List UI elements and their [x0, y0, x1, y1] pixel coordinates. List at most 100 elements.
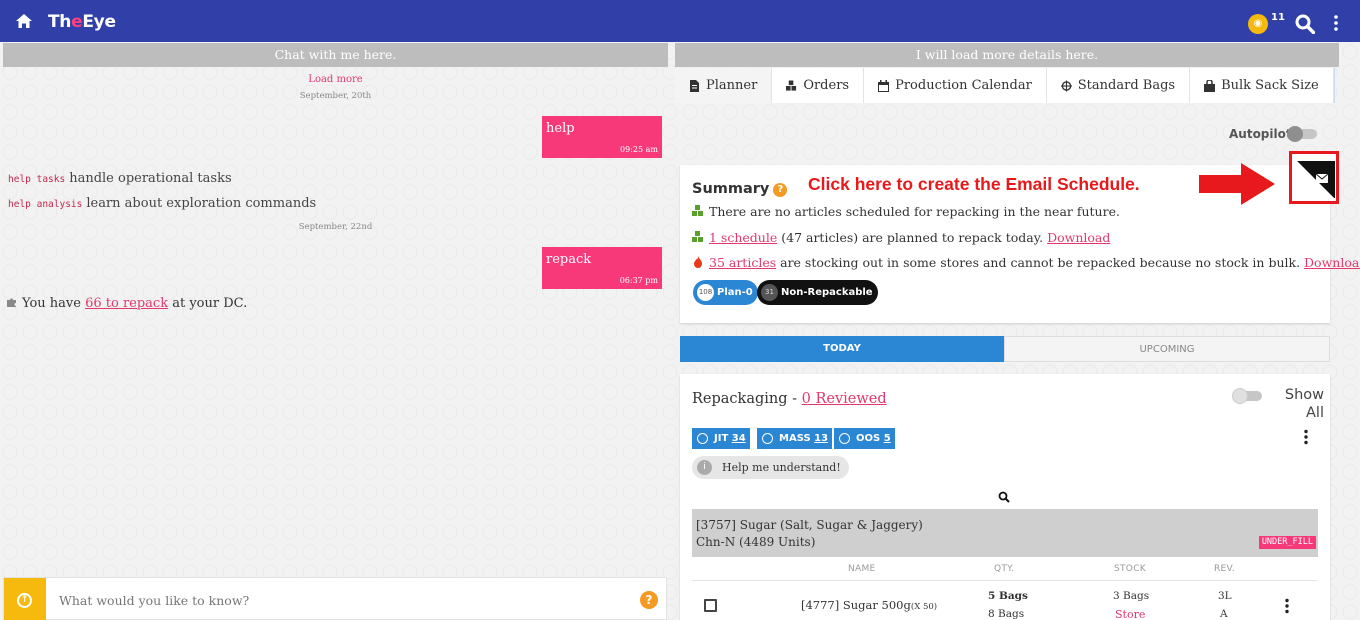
bot-message: You have 66 to repack at your DC. [6, 296, 247, 311]
tab-production-calendar[interactable]: Production Calendar [864, 68, 1047, 103]
repackaging-card: Repackaging - 0 Reviewed Show All JIT 34 … [680, 374, 1330, 620]
coin-count: 11 [1271, 12, 1285, 23]
article-group-row[interactable]: [3757] Sugar (Salt, Sugar & Jaggery) Chn… [692, 509, 1318, 557]
divider [692, 580, 1318, 581]
store-link[interactable]: Store [1115, 608, 1145, 620]
question-icon[interactable]: ? [640, 591, 658, 609]
tab-today[interactable]: TODAY [680, 336, 1004, 362]
help-me-understand-button[interactable]: i Help me understand! [692, 456, 849, 479]
tab-bulk-sack-size[interactable]: Bulk Sack Size [1190, 68, 1334, 103]
send-button[interactable]: ↑ [4, 578, 46, 620]
autopilot-label: Autopilot [1229, 127, 1292, 141]
chat-input-bar: ↑ ? [3, 577, 667, 620]
summary-title: Summary? [692, 181, 788, 197]
mail-icon [1316, 174, 1328, 183]
articles-link[interactable]: 35 articles [709, 255, 776, 270]
chat-date-separator: September, 22nd [298, 222, 373, 232]
group-title: [3757] Sugar (Salt, Sugar & Jaggery) [696, 518, 923, 532]
toggle-knob [1232, 388, 1248, 404]
repack-link[interactable]: 66 to repack [85, 296, 168, 311]
non-repackable-pill[interactable]: 31 Non-Repackable [757, 280, 878, 305]
column-header: QTY. [994, 564, 1015, 574]
rev-value: A [1220, 608, 1228, 620]
puzzle-icon [7, 298, 16, 307]
arrow-right-icon [1199, 163, 1275, 205]
summary-line: 1 schedule (47 articles) are planned to … [692, 230, 1110, 245]
download-link[interactable]: Download [1304, 255, 1360, 270]
top-bar: TheEye ◉ 11 [0, 0, 1360, 42]
user-message: help 09:25 am [542, 116, 662, 158]
download-link[interactable]: Download [1047, 230, 1110, 245]
toggle-knob [1287, 126, 1303, 142]
column-header: NAME [848, 564, 876, 574]
qty-value: 8 Bags [988, 608, 1025, 620]
boxes-icon [692, 205, 703, 216]
crosshair-icon [1060, 80, 1072, 91]
help-description: learn about exploration commands [86, 196, 317, 211]
plan-pill[interactable]: 108 Plan-0 [693, 280, 758, 305]
row-checkbox[interactable] [704, 599, 717, 612]
reviewed-link[interactable]: 0 Reviewed [802, 391, 887, 407]
message-time: 06:37 pm [619, 276, 658, 285]
help-line: help analysis learn about exploration com… [8, 196, 316, 211]
qty-value: 5 Bags [988, 590, 1028, 602]
oos-badge[interactable]: OOS 5 [834, 428, 895, 449]
bot-text: You have [22, 296, 81, 311]
tab-standard-bags[interactable]: Standard Bags [1047, 68, 1191, 103]
repackaging-title: Repackaging - 0 Reviewed [692, 391, 887, 407]
email-schedule-button[interactable] [1289, 151, 1339, 204]
tab-upcoming[interactable]: UPCOMING [1004, 336, 1330, 362]
question-icon[interactable]: ? [773, 183, 788, 197]
column-header: REV. [1214, 564, 1235, 574]
bot-text: at your DC. [172, 296, 248, 311]
bag-icon [1204, 79, 1216, 92]
tab-orders[interactable]: Orders [772, 68, 865, 103]
help-command[interactable]: help tasks [8, 174, 65, 185]
message-time: 09:25 am [620, 145, 658, 154]
details-panel-title: I will load more details here. [675, 43, 1339, 67]
mass-badge[interactable]: MASS 13 [757, 428, 833, 449]
details-tabs: Planner Orders Production Calendar Stand… [675, 68, 1335, 103]
email-schedule-callout: Click here to create the Email Schedule. [808, 174, 1140, 194]
row-menu-icon[interactable] [1283, 598, 1291, 614]
coin-icon[interactable]: ◉ [1248, 14, 1268, 34]
search-icon[interactable] [1295, 14, 1315, 34]
search-icon[interactable] [998, 491, 1010, 503]
tab-planner[interactable]: Planner [675, 68, 773, 103]
autopilot-toggle[interactable] [1287, 126, 1317, 142]
check-circle-icon [839, 433, 850, 444]
schedule-link[interactable]: 1 schedule [709, 230, 777, 245]
column-header: STOCK [1114, 564, 1146, 574]
status-badge: UNDER_FILL [1258, 536, 1316, 549]
calendar-icon [878, 79, 890, 92]
article-name: [4777] Sugar 500g(X 50) [801, 598, 938, 612]
jit-badge[interactable]: JIT 34 [692, 428, 750, 449]
day-tabs: TODAY UPCOMING [680, 336, 1330, 362]
more-menu-icon[interactable] [1331, 14, 1341, 32]
summary-line: 35 articles are stocking out in some sto… [692, 255, 1360, 270]
show-all-label: Show All [1284, 387, 1324, 421]
document-icon [690, 79, 699, 92]
show-all-toggle[interactable] [1232, 388, 1262, 404]
summary-line: There are no articles scheduled for repa… [692, 204, 1120, 219]
email-schedule-corner [1297, 161, 1335, 198]
home-icon[interactable] [15, 13, 33, 29]
chat-panel-title: Chat with me here. [3, 43, 668, 67]
chat-input[interactable] [59, 593, 619, 608]
message-text: help [546, 121, 575, 136]
check-circle-icon [697, 433, 708, 444]
boxes-icon [692, 231, 703, 242]
info-icon: i [697, 460, 712, 475]
rev-value: 3L [1218, 590, 1232, 602]
check-circle-icon [762, 433, 773, 444]
load-more-link[interactable]: Load more [3, 74, 668, 85]
help-description: handle operational tasks [69, 171, 232, 186]
app-logo[interactable]: TheEye [48, 12, 116, 32]
help-command[interactable]: help analysis [8, 199, 82, 210]
boxes-icon [786, 80, 797, 91]
more-menu-icon[interactable] [1302, 429, 1310, 445]
message-text: repack [546, 252, 592, 267]
help-line: help tasks handle operational tasks [8, 171, 232, 186]
arrow-up-icon: ↑ [17, 593, 32, 608]
fire-icon [694, 256, 702, 268]
